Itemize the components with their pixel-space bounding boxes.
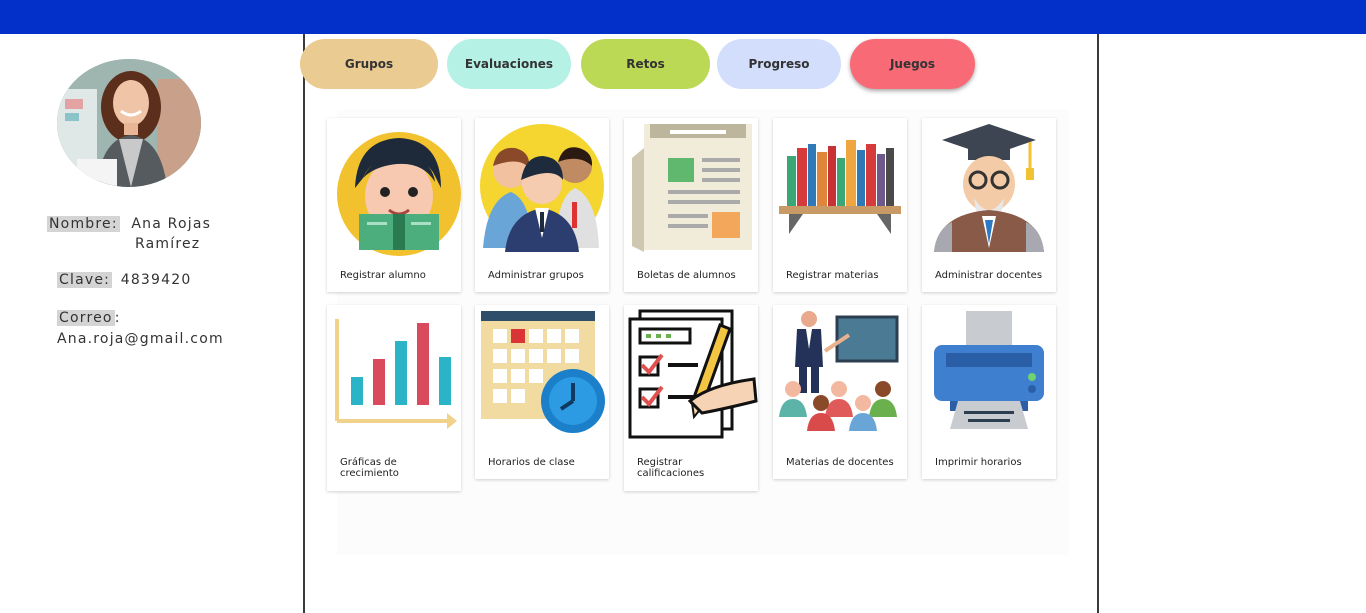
- card-label: Materias de docentes: [786, 457, 894, 468]
- card-label: Registrar materias: [786, 270, 879, 281]
- tab-progreso[interactable]: Progreso: [717, 39, 841, 89]
- correo-label: Correo: [57, 310, 115, 326]
- tab-grupos[interactable]: Grupos: [300, 39, 438, 89]
- clave-label: Clave:: [57, 272, 113, 288]
- group-icon: [480, 124, 604, 252]
- card-registrar-alumno[interactable]: Registrar alumno: [327, 118, 461, 292]
- card-imprimir-horarios[interactable]: Imprimir horarios: [922, 305, 1056, 479]
- correo-value: Ana.roja@gmail.com: [57, 331, 224, 347]
- name-value-line2: Ramírez: [135, 236, 201, 252]
- card-label: Imprimir horarios: [935, 457, 1022, 468]
- profile-name: Nombre: Ana Rojas Ramírez: [47, 214, 267, 254]
- clave-value: 4839420: [120, 272, 192, 288]
- card-label: Gráficas de crecimiento: [340, 457, 399, 479]
- newspaper-icon: [632, 124, 752, 252]
- calendar-clock-icon: [481, 311, 605, 433]
- name-value-line1: Ana Rojas: [131, 216, 212, 232]
- card-label: Registrar calificaciones: [637, 457, 705, 479]
- left-divider: [303, 34, 305, 613]
- card-registrar-materias[interactable]: Registrar materias: [773, 118, 907, 292]
- bookshelf-icon: [779, 140, 901, 234]
- tab-juegos[interactable]: Juegos: [850, 39, 975, 89]
- card-graficas-crecimiento[interactable]: Gráficas de crecimiento: [327, 305, 461, 491]
- card-administrar-docentes[interactable]: Administrar docentes: [922, 118, 1056, 292]
- card-horarios-clase[interactable]: Horarios de clase: [475, 305, 609, 479]
- card-materias-docentes[interactable]: Materias de docentes: [773, 305, 907, 479]
- card-label: Administrar docentes: [935, 270, 1043, 281]
- teacher-class-icon: [779, 311, 899, 431]
- profile-clave: Clave: 4839420: [57, 272, 191, 288]
- card-boletas-alumnos[interactable]: Boletas de alumnos: [624, 118, 758, 292]
- profile-correo: Correo: Ana.roja@gmail.com: [57, 308, 224, 350]
- correo-colon: :: [114, 310, 121, 326]
- top-bar: [0, 0, 1366, 34]
- printer-icon: [934, 311, 1044, 429]
- card-label: Boletas de alumnos: [637, 270, 736, 281]
- professor-icon: [934, 124, 1044, 252]
- checklist-pencil-icon: [628, 309, 758, 439]
- right-divider: [1097, 34, 1099, 613]
- card-label: Registrar alumno: [340, 270, 426, 281]
- profile-avatar: [57, 59, 201, 187]
- card-administrar-grupos[interactable]: Administrar grupos: [475, 118, 609, 292]
- name-label: Nombre:: [47, 216, 120, 232]
- card-registrar-calificaciones[interactable]: Registrar calificaciones: [624, 305, 758, 491]
- tab-retos[interactable]: Retos: [581, 39, 710, 89]
- tab-evaluaciones[interactable]: Evaluaciones: [447, 39, 571, 89]
- card-label: Horarios de clase: [488, 457, 575, 468]
- student-icon: [337, 132, 461, 256]
- bar-chart-icon: [335, 319, 457, 429]
- card-label: Administrar grupos: [488, 270, 584, 281]
- menu-panel: Registrar alumno Administrar grupos Bole…: [327, 110, 1069, 555]
